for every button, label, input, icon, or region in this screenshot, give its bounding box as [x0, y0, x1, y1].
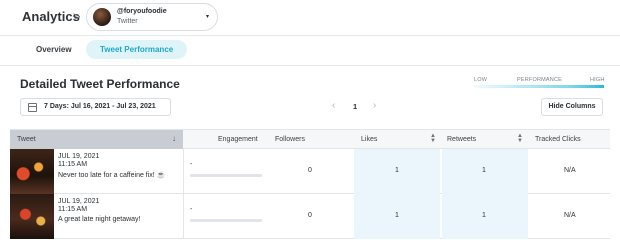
account-network: Twitter	[117, 18, 138, 25]
tracked-clicks-value: N/A	[564, 167, 576, 174]
column-divider	[183, 149, 184, 194]
retweets-value: 1	[482, 167, 486, 174]
page-number: 1	[353, 102, 358, 111]
tabs-divider	[0, 65, 620, 66]
sort-updown-icon[interactable]: ▲ ▼	[430, 133, 436, 144]
engagement-bar	[190, 174, 262, 177]
tweet-date: JUL 19, 2021	[58, 153, 100, 160]
tweet-thumbnail-image[interactable]	[10, 194, 54, 239]
hide-columns-button[interactable]: Hide Columns	[541, 98, 603, 116]
engagement-value: -	[190, 206, 193, 213]
tweet-text[interactable]: A great late night getaway!	[58, 216, 141, 223]
tweet-text[interactable]: Never too late for a caffeine fix! ☕	[58, 171, 165, 179]
column-header-likes[interactable]: Likes	[361, 136, 377, 143]
performance-gradient-bar	[474, 85, 604, 88]
app-title[interactable]: Analytics	[22, 9, 80, 24]
column-header-followers[interactable]: Followers	[275, 136, 305, 143]
header-divider	[0, 35, 620, 36]
retweets-value: 1	[482, 212, 486, 219]
tweet-time: 11:15 AM	[58, 206, 88, 213]
tweet-date: JUL 19, 2021	[58, 198, 100, 205]
sort-down-icon[interactable]: ↓	[172, 134, 176, 143]
tweet-time: 11:15 AM	[58, 161, 88, 168]
page-title: Detailed Tweet Performance	[20, 77, 180, 91]
date-range-label: 7 Days: Jul 16, 2021 - Jul 23, 2021	[44, 103, 156, 110]
column-header-engagement[interactable]: Engagement	[218, 136, 258, 143]
top-bar: Analytics > @foryoufoodie Twitter ▾	[0, 0, 620, 36]
account-handle: @foryoufoodie	[117, 8, 167, 15]
performance-low-label: LOW	[474, 77, 488, 83]
account-selector[interactable]: @foryoufoodie Twitter ▾	[86, 3, 218, 31]
tweet-thumbnail-image[interactable]	[10, 149, 54, 194]
table-header: Tweet ↓ Engagement Followers Likes ▲ ▼ Re…	[10, 129, 610, 149]
calendar-icon	[28, 103, 37, 112]
likes-value: 1	[395, 212, 399, 219]
breadcrumb-chevron-icon: >	[73, 9, 81, 24]
tab-overview[interactable]: Overview	[36, 45, 72, 54]
tab-tweet-performance[interactable]: Tweet Performance	[86, 40, 188, 59]
engagement-bar	[190, 219, 262, 222]
tracked-clicks-value: N/A	[564, 212, 576, 219]
column-header-retweets[interactable]: Retweets	[447, 136, 476, 143]
column-divider	[183, 194, 184, 239]
performance-high-label: HIGH	[590, 77, 605, 83]
table-row[interactable]: JUL 19, 2021 11:15 AM A great late night…	[10, 194, 610, 239]
performance-label: PERFORMANCE	[517, 77, 562, 83]
followers-value: 0	[308, 212, 312, 219]
date-range-button[interactable]: 7 Days: Jul 16, 2021 - Jul 23, 2021	[20, 98, 171, 116]
column-header-tweet[interactable]: Tweet	[17, 136, 36, 143]
chevron-down-icon: ▾	[205, 14, 209, 20]
chevron-left-icon[interactable]: ‹	[332, 100, 335, 111]
engagement-value: -	[190, 161, 193, 168]
table-row[interactable]: JUL 19, 2021 11:15 AM Never too late for…	[10, 149, 610, 194]
column-header-tracked-clicks[interactable]: Tracked Clicks	[535, 136, 581, 143]
followers-value: 0	[308, 167, 312, 174]
sort-updown-icon[interactable]: ▲ ▼	[517, 133, 523, 144]
likes-value: 1	[395, 167, 399, 174]
avatar	[93, 8, 111, 26]
chevron-right-icon[interactable]: ›	[373, 100, 376, 111]
